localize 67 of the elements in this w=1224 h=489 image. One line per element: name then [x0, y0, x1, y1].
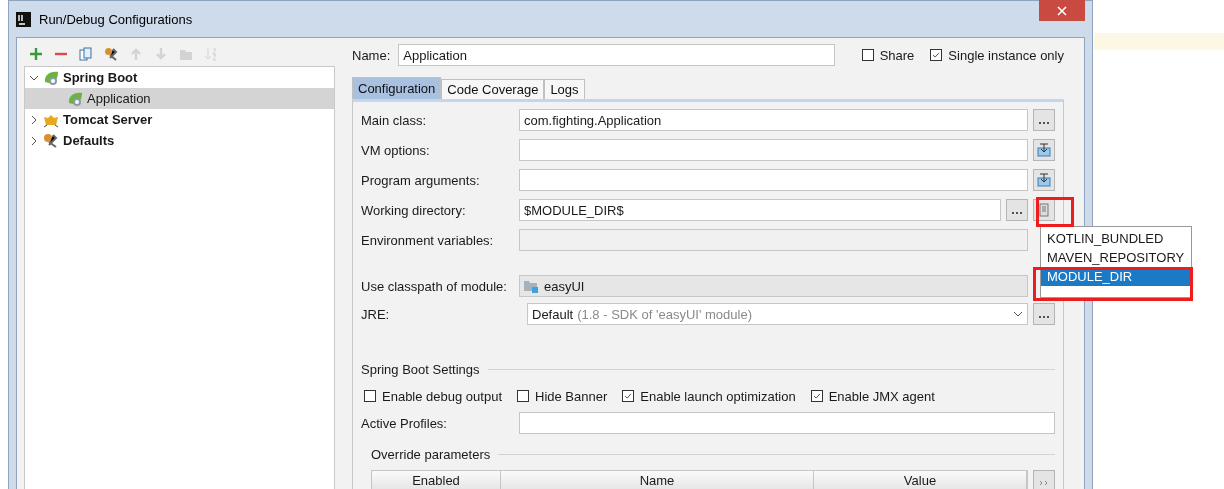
section-title: Spring Boot Settings: [361, 361, 480, 377]
column-header[interactable]: Enabled: [372, 471, 501, 489]
copy-icon[interactable]: [79, 47, 93, 61]
chevron-right-icon[interactable]: [29, 135, 39, 146]
text-field[interactable]: [519, 412, 1055, 434]
section-title: Override parameters: [371, 446, 491, 462]
field-label: JRE:: [361, 306, 391, 322]
tab[interactable]: Code Coverage: [441, 79, 545, 99]
checkbox-label[interactable]: Enable JMX agent: [828, 388, 935, 404]
checkbox-label[interactable]: Hide Banner: [535, 388, 608, 404]
expand-button[interactable]: [1033, 139, 1055, 161]
folder-icon: [524, 279, 538, 293]
checkbox-label[interactable]: Share: [879, 47, 915, 63]
chevron-right-icon[interactable]: [29, 114, 39, 125]
tab[interactable]: Logs: [544, 79, 585, 99]
close-button[interactable]: [1039, 0, 1085, 21]
field-label: Working directory:: [361, 202, 467, 218]
name-label: Name:: [352, 47, 391, 63]
chevron-down-icon: [1013, 311, 1023, 317]
browse-button[interactable]: [1033, 109, 1055, 131]
field-label: Use classpath of module:: [361, 278, 508, 294]
close-icon: [1057, 5, 1067, 16]
field-label: Active Profiles:: [361, 415, 448, 431]
wrench-icon[interactable]: [104, 47, 118, 61]
checkbox[interactable]: [810, 390, 823, 402]
browse-button[interactable]: [1033, 303, 1055, 325]
wrench-icon: [43, 132, 59, 149]
text-field[interactable]: [519, 139, 1028, 161]
text-field[interactable]: [519, 229, 1028, 251]
checkbox[interactable]: [364, 390, 376, 402]
text-field[interactable]: $MODULE_DIR$: [519, 199, 1001, 221]
checkbox[interactable]: [517, 390, 529, 402]
expand-button[interactable]: [1033, 169, 1055, 191]
browse-button[interactable]: [1006, 199, 1028, 221]
tree-item[interactable]: Spring Boot: [25, 67, 334, 88]
window-title: Run/Debug Configurations: [39, 11, 193, 27]
field-label: Main class:: [361, 112, 428, 128]
document-icon: [1037, 203, 1051, 217]
highlight-frame: [1036, 197, 1074, 227]
tree-item[interactable]: Defaults: [25, 130, 334, 151]
tree-item[interactable]: Tomcat Server: [25, 109, 334, 130]
popup-item[interactable]: KOTLIN_BUNDLED: [1041, 229, 1191, 248]
tab[interactable]: Configuration: [352, 77, 442, 99]
text-field[interactable]: [519, 169, 1028, 191]
checkbox[interactable]: [622, 390, 635, 402]
field-label: Program arguments:: [361, 172, 481, 188]
checkbox-label[interactable]: Single instance only: [948, 47, 1064, 63]
add-icon[interactable]: [29, 47, 43, 61]
checkbox-label[interactable]: Enable launch optimization: [640, 388, 796, 404]
double-chevron-icon: [1039, 479, 1049, 486]
field-label: Environment variables:: [361, 232, 495, 248]
leaf-icon: [67, 90, 83, 107]
module-dropdown[interactable]: easyUI: [519, 275, 1028, 297]
checkbox-label[interactable]: Enable debug output: [382, 388, 502, 404]
leaf-icon: [43, 69, 59, 86]
column-header[interactable]: Name: [501, 471, 814, 489]
field-label: VM options:: [361, 142, 431, 158]
jre-dropdown[interactable]: Default (1.8 - SDK of 'easyUI' module): [527, 303, 1028, 325]
popup-item[interactable]: MAVEN_REPOSITORY: [1041, 248, 1191, 267]
insert-icon: [1037, 173, 1051, 187]
name-field[interactable]: Application: [398, 44, 836, 66]
insert-icon: [1037, 143, 1051, 157]
checkbox[interactable]: [930, 49, 943, 61]
text-field[interactable]: com.fighting.Application: [519, 109, 1028, 131]
checkbox[interactable]: [861, 49, 874, 61]
column-header[interactable]: Value: [814, 471, 1027, 489]
tree-item[interactable]: Application: [25, 88, 334, 109]
